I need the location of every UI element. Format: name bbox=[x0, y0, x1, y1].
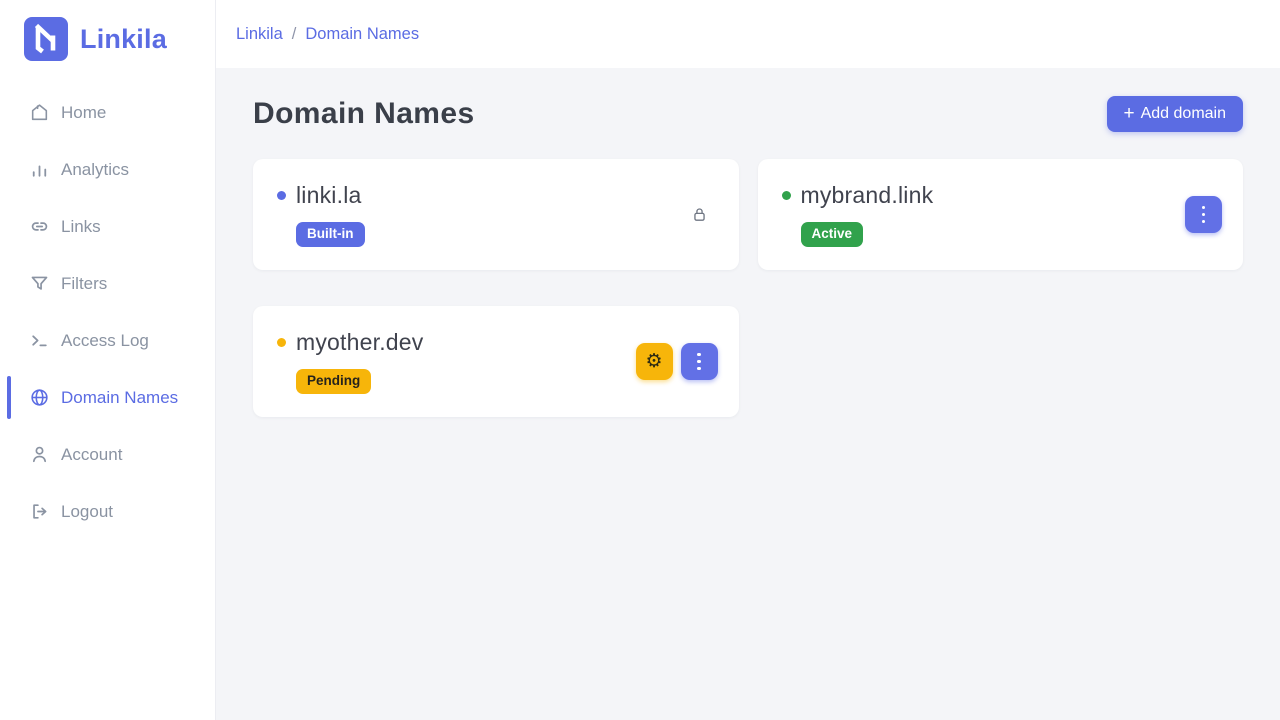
status-dot bbox=[277, 338, 286, 347]
filter-icon bbox=[29, 273, 50, 294]
breadcrumb-separator: / bbox=[292, 25, 297, 44]
globe-icon bbox=[29, 387, 50, 408]
domain-menu-button[interactable] bbox=[681, 343, 718, 380]
lock-icon bbox=[690, 205, 709, 224]
sidebar-item-label: Filters bbox=[61, 274, 107, 294]
status-dot bbox=[782, 191, 791, 200]
domain-card: mybrand.link Active bbox=[758, 159, 1244, 270]
sidebar: Linkila Home Analytics Links Filters Acc… bbox=[0, 0, 216, 720]
breadcrumb: Linkila / Domain Names bbox=[236, 25, 419, 44]
status-dot bbox=[277, 191, 286, 200]
links-icon bbox=[29, 216, 50, 237]
sidebar-item-label: Domain Names bbox=[61, 388, 178, 408]
sidebar-nav: Home Analytics Links Filters Access Log … bbox=[0, 84, 215, 540]
terminal-icon bbox=[29, 330, 50, 351]
domain-name: linki.la bbox=[296, 182, 362, 209]
breadcrumb-home-link[interactable]: Linkila bbox=[236, 25, 283, 44]
topbar: Linkila / Domain Names bbox=[216, 0, 1280, 68]
sidebar-item-home[interactable]: Home bbox=[0, 84, 215, 141]
domain-name: myother.dev bbox=[296, 329, 424, 356]
main-area: Linkila / Domain Names Domain Names + Ad… bbox=[216, 0, 1280, 720]
sidebar-item-label: Account bbox=[61, 445, 122, 465]
gear-icon: ⚙ bbox=[645, 352, 662, 371]
home-icon bbox=[29, 102, 50, 123]
sidebar-item-account[interactable]: Account bbox=[0, 426, 215, 483]
card-actions: ⚙ bbox=[636, 343, 718, 380]
sidebar-item-logout[interactable]: Logout bbox=[0, 483, 215, 540]
sidebar-item-label: Access Log bbox=[61, 331, 149, 351]
breadcrumb-current-link[interactable]: Domain Names bbox=[305, 25, 419, 44]
status-badge: Built-in bbox=[296, 222, 365, 247]
plus-icon: + bbox=[1124, 104, 1135, 123]
sidebar-item-label: Links bbox=[61, 217, 101, 237]
domain-menu-button[interactable] bbox=[1185, 196, 1222, 233]
add-domain-label: Add domain bbox=[1141, 105, 1226, 123]
card-actions bbox=[1185, 196, 1222, 233]
page-title: Domain Names bbox=[253, 97, 475, 131]
sidebar-item-links[interactable]: Links bbox=[0, 198, 215, 255]
sidebar-item-label: Home bbox=[61, 103, 106, 123]
sidebar-item-analytics[interactable]: Analytics bbox=[0, 141, 215, 198]
card-actions bbox=[690, 205, 718, 224]
status-badge: Active bbox=[801, 222, 864, 247]
brand-name: Linkila bbox=[80, 24, 167, 55]
kebab-icon bbox=[697, 353, 701, 371]
kebab-icon bbox=[1202, 206, 1206, 224]
page-header: Domain Names + Add domain bbox=[253, 96, 1243, 132]
sidebar-item-filters[interactable]: Filters bbox=[0, 255, 215, 312]
domain-card: linki.la Built-in bbox=[253, 159, 739, 270]
logout-icon bbox=[29, 501, 50, 522]
content: Domain Names + Add domain linki.la Built… bbox=[216, 68, 1280, 417]
domain-cards-grid: linki.la Built-in mybrand.link Active my… bbox=[253, 159, 1243, 417]
user-icon bbox=[29, 444, 50, 465]
domain-name: mybrand.link bbox=[801, 182, 934, 209]
sidebar-item-label: Analytics bbox=[61, 160, 129, 180]
sidebar-item-domain-names[interactable]: Domain Names bbox=[0, 369, 215, 426]
domain-card: myother.dev Pending ⚙ bbox=[253, 306, 739, 417]
status-badge: Pending bbox=[296, 369, 371, 394]
brand-logo-icon bbox=[24, 17, 68, 61]
domain-settings-button[interactable]: ⚙ bbox=[636, 343, 673, 380]
sidebar-item-access-log[interactable]: Access Log bbox=[0, 312, 215, 369]
sidebar-item-label: Logout bbox=[61, 502, 113, 522]
add-domain-button[interactable]: + Add domain bbox=[1107, 96, 1244, 132]
brand-logo[interactable]: Linkila bbox=[0, 0, 215, 84]
analytics-icon bbox=[29, 159, 50, 180]
